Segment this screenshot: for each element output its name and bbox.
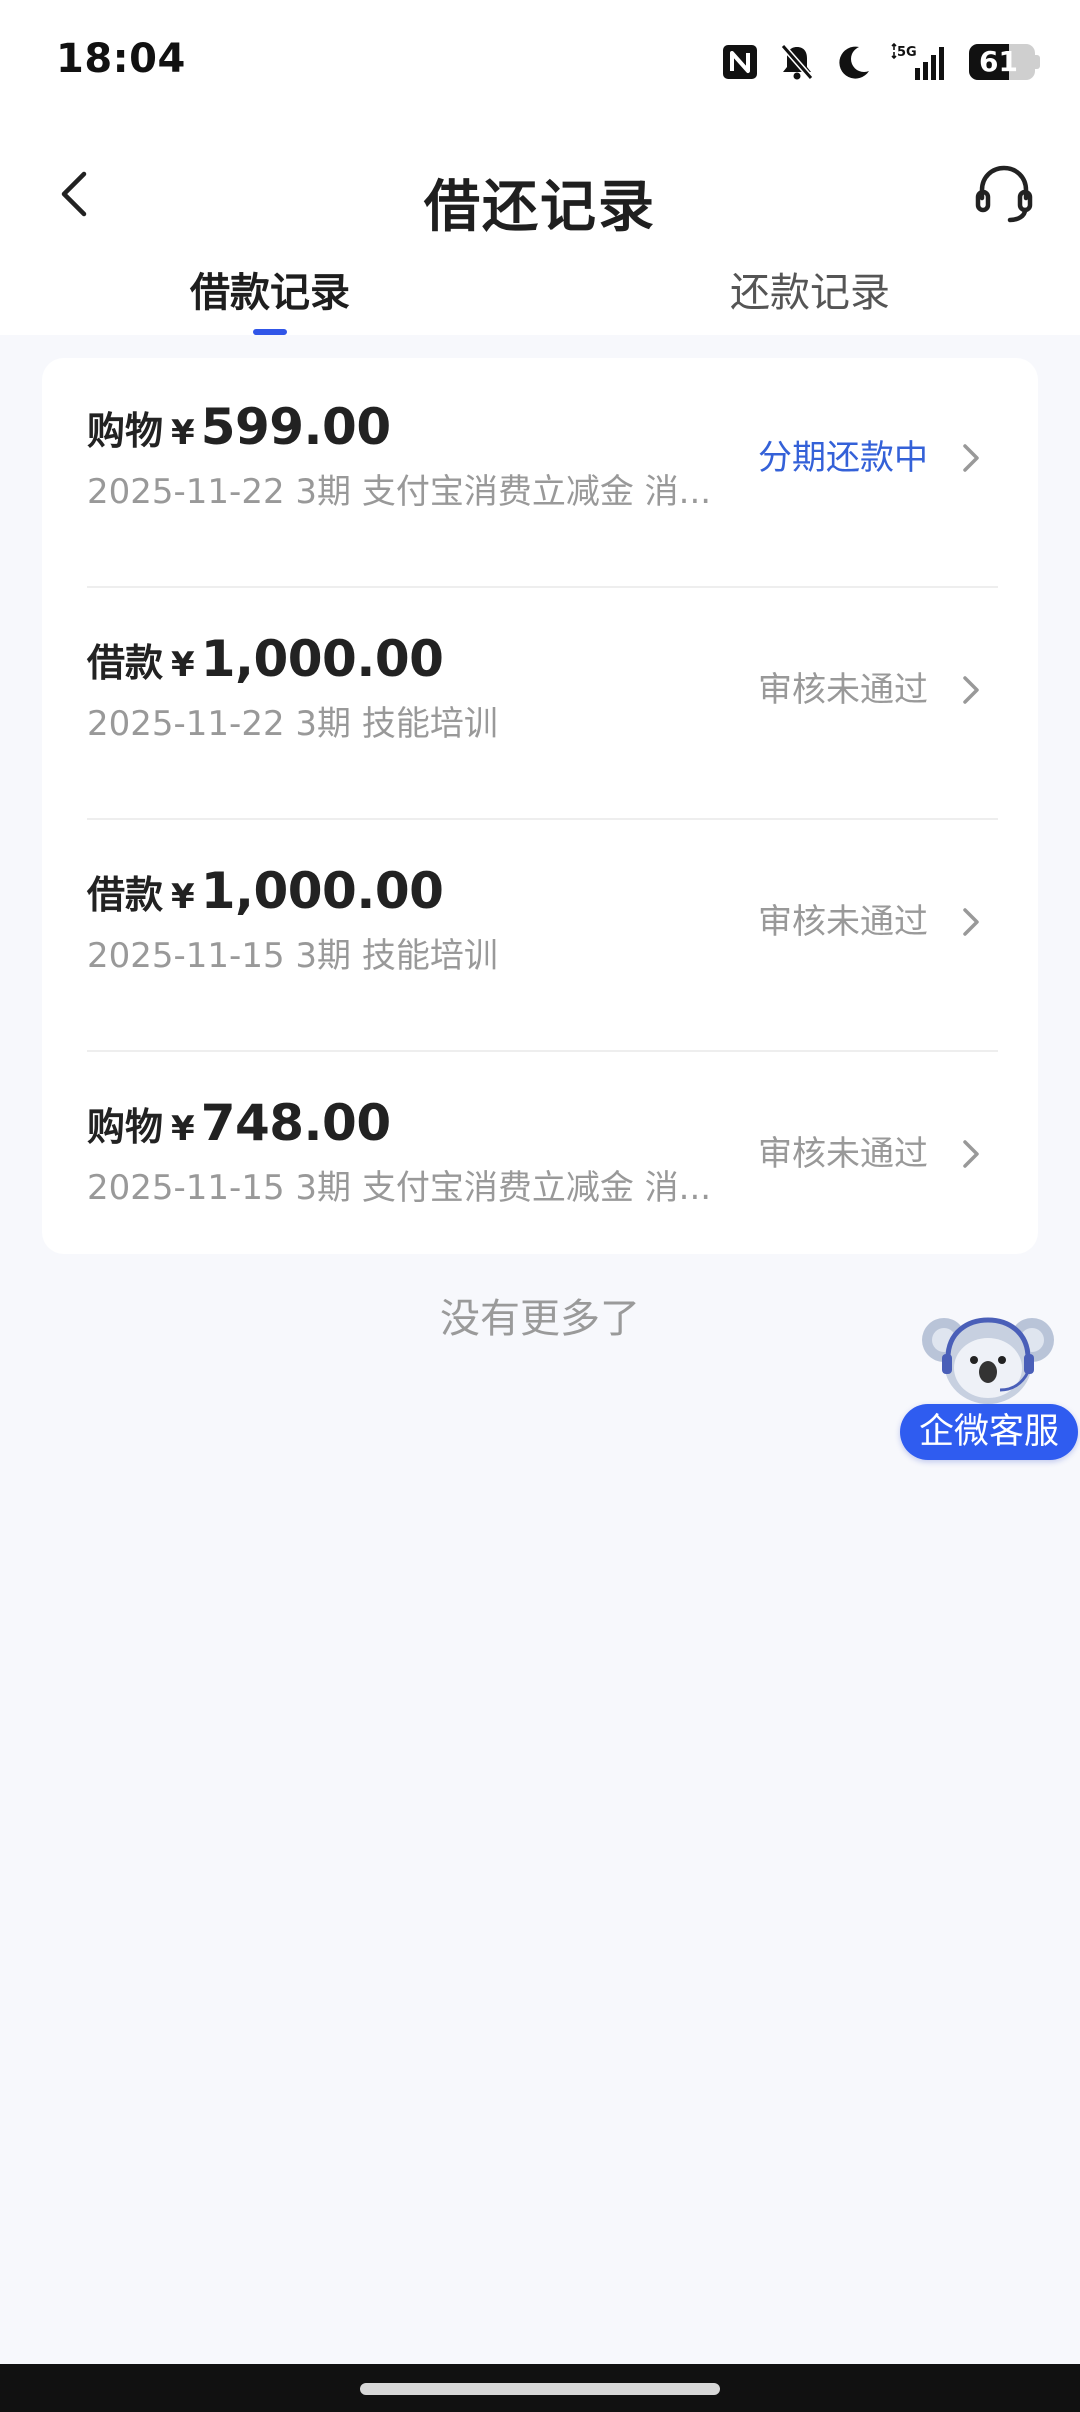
tab-loan-records[interactable]: 借款记录 (70, 260, 470, 326)
record-type: 借款 (87, 641, 164, 685)
record-status: 审核未通过 (758, 1134, 928, 1174)
home-indicator[interactable] (360, 2383, 720, 2395)
status-icons: 5G 61 (721, 38, 1040, 86)
record-amount: 1,000.00 (200, 862, 444, 920)
record-details: 2025-11-15 3期 技能培训 (87, 936, 498, 976)
record-status: 审核未通过 (758, 670, 928, 710)
status-bar: 18:04 5G 61 (0, 0, 1080, 120)
customer-service-button[interactable] (968, 158, 1040, 230)
wecom-service-label: 企微客服 (900, 1404, 1078, 1460)
record-row[interactable]: 借款 ¥ 1,000.00 2025-11-22 3期 技能培训 审核未通过 (42, 590, 1038, 820)
battery: 61 (969, 44, 1035, 80)
divider (87, 586, 998, 588)
tab-repayment-records[interactable]: 还款记录 (610, 260, 1010, 326)
record-details: 2025-11-22 3期 支付宝消费立减金 消... (87, 472, 712, 512)
record-row[interactable]: 购物 ¥ 599.00 2025-11-22 3期 支付宝消费立减金 消... … (42, 358, 1038, 588)
chevron-right-icon (963, 908, 979, 936)
divider (87, 1050, 998, 1052)
record-details: 2025-11-15 3期 支付宝消费立减金 消... (87, 1168, 712, 1208)
moon-icon (835, 43, 873, 81)
chevron-right-icon (963, 1140, 979, 1168)
page-title: 借还记录 (424, 175, 656, 240)
chevron-right-icon (963, 676, 979, 704)
currency-symbol: ¥ (171, 645, 195, 685)
battery-icon: 61 (969, 44, 1040, 80)
record-amount: 748.00 (200, 1094, 391, 1152)
record-status: 审核未通过 (758, 902, 928, 942)
record-type: 购物 (87, 1105, 164, 1149)
signal-icon: 5G (891, 42, 951, 82)
tab-bar: 借款记录 还款记录 (0, 260, 1080, 335)
currency-symbol: ¥ (171, 1109, 195, 1149)
records-list: 购物 ¥ 599.00 2025-11-22 3期 支付宝消费立减金 消... … (42, 358, 1038, 1254)
record-row[interactable]: 购物 ¥ 748.00 2025-11-15 3期 支付宝消费立减金 消... … (42, 1054, 1038, 1284)
headset-icon (975, 165, 1033, 223)
status-time: 18:04 (56, 36, 186, 82)
record-amount: 599.00 (200, 398, 391, 456)
record-status: 分期还款中 (758, 438, 928, 478)
network-label: 5G (897, 45, 917, 60)
record-details: 2025-11-22 3期 技能培训 (87, 704, 498, 744)
active-tab-indicator (253, 329, 287, 335)
divider (87, 818, 998, 820)
record-type: 购物 (87, 409, 164, 453)
chevron-right-icon (963, 444, 979, 472)
record-amount: 1,000.00 (200, 630, 444, 688)
koala-mascot-icon (922, 1317, 1054, 1404)
record-row[interactable]: 借款 ¥ 1,000.00 2025-11-15 3期 技能培训 审核未通过 (42, 822, 1038, 1052)
currency-symbol: ¥ (171, 413, 195, 453)
battery-level: 61 (979, 45, 1018, 78)
header: 借还记录 借款记录 还款记录 (0, 120, 1080, 335)
currency-symbol: ¥ (171, 877, 195, 917)
nfc-icon (721, 43, 759, 81)
system-nav-bar (0, 2364, 1080, 2412)
record-type: 借款 (87, 873, 164, 917)
mute-icon (777, 42, 817, 82)
wecom-service-button[interactable]: 企微客服 (898, 1310, 1080, 1462)
